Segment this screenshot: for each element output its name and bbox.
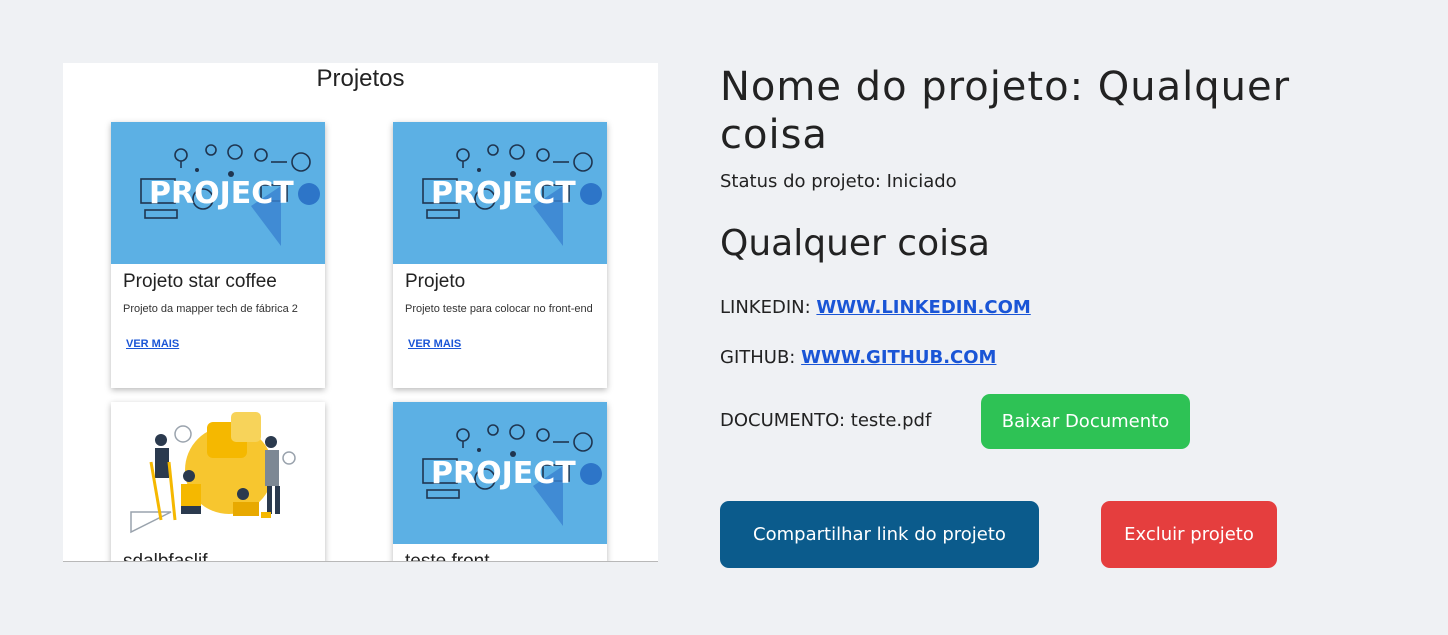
linkedin-link[interactable]: WWW.LINKEDIN.COM — [816, 297, 1030, 318]
project-banner-word: PROJECT — [431, 456, 576, 491]
project-banner-word: PROJECT — [431, 176, 576, 211]
project-card[interactable]: PROJECT Projeto star coffee Projeto da m… — [111, 122, 325, 388]
github-label: GITHUB: — [720, 347, 802, 368]
share-project-link-button[interactable]: Compartilhar link do projeto — [720, 501, 1039, 568]
projects-panel-title: Projetos — [316, 65, 405, 92]
linkedin-label: LINKEDIN: — [720, 297, 817, 318]
project-status: Status do projeto: Iniciado — [720, 171, 957, 192]
project-subtitle: Qualquer coisa — [720, 223, 990, 264]
project-banner-image: PROJECT — [393, 122, 607, 264]
linkedin-row: LINKEDIN: WWW.LINKEDIN.COM — [720, 297, 1031, 318]
project-banner-image: PROJECT — [111, 122, 325, 264]
project-banner-word: PROJECT — [149, 176, 294, 211]
github-row: GITHUB: WWW.GITHUB.COM — [720, 347, 996, 368]
team-puzzle-image — [111, 402, 325, 544]
project-name-heading: Nome do projeto: Qualquer coisa — [720, 64, 1291, 158]
project-card-description: Projeto teste para colocar no front-end — [405, 303, 593, 315]
download-document-button[interactable]: Baixar Documento — [981, 394, 1190, 449]
project-card-title: teste front — [405, 551, 490, 562]
project-card-title: Projeto star coffee — [123, 271, 277, 292]
project-card[interactable]: PROJECT Projeto Projeto teste para coloc… — [393, 122, 607, 388]
project-card-description: Projeto da mapper tech de fábrica 2 — [123, 303, 298, 315]
project-banner-image: PROJECT — [393, 402, 607, 544]
project-card[interactable]: PROJECT teste front — [393, 402, 607, 562]
project-card-title: sdalbfaslif — [123, 551, 208, 562]
ver-mais-link[interactable]: VER MAIS — [126, 338, 179, 350]
projects-panel: Projetos PROJECT Projeto star coffee Pro… — [63, 63, 658, 562]
github-link[interactable]: WWW.GITHUB.COM — [801, 347, 996, 368]
project-card[interactable]: sdalbfaslif — [111, 402, 325, 562]
delete-project-button[interactable]: Excluir projeto — [1101, 501, 1277, 568]
ver-mais-link[interactable]: VER MAIS — [408, 338, 461, 350]
document-label: DOCUMENTO: teste.pdf — [720, 410, 932, 431]
project-card-title: Projeto — [405, 271, 466, 292]
